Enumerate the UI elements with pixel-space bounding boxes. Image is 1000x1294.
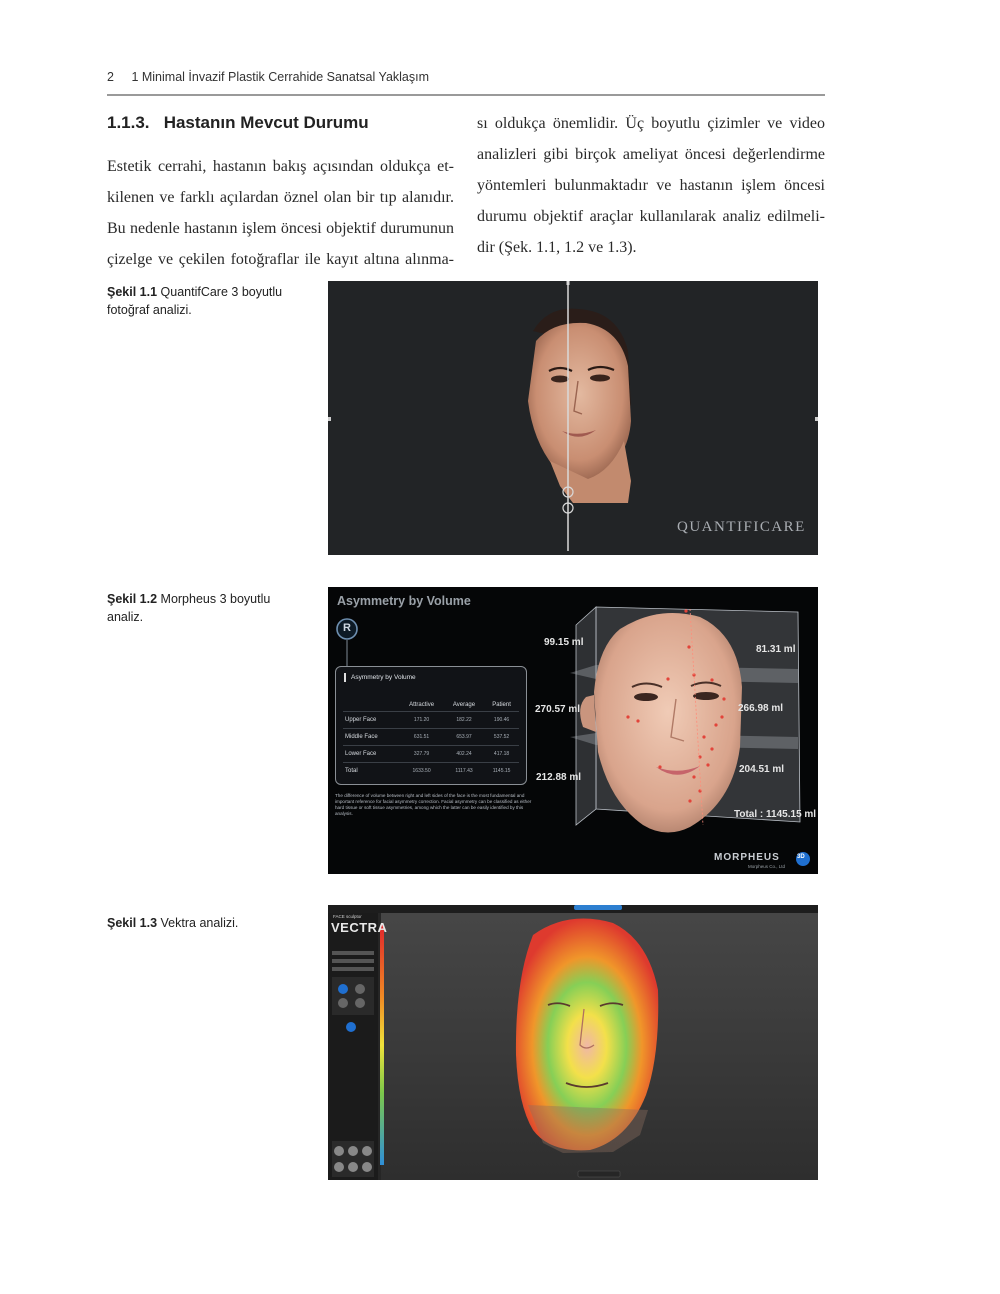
vectra-logo: VECTRA xyxy=(331,920,388,935)
page-number: 2 xyxy=(107,70,114,84)
row-label: Middle Face xyxy=(343,728,400,746)
body-line: analizleri gibi birçok ameliyat öncesi d… xyxy=(477,146,825,163)
body-line: Estetik cerrahi, hastanın bakış açısında… xyxy=(107,158,454,175)
table-row: Total 1633.50 1117.43 1145.15 xyxy=(343,762,519,779)
figure-quantificare: QUANTIFICARE xyxy=(328,281,818,555)
row-label: Total xyxy=(343,762,400,779)
volume-label-right-top: 81.31 ml xyxy=(756,644,796,655)
body-line: sı oldukça önemlidir. Üç boyutlu çizimle… xyxy=(477,115,825,132)
header-rule xyxy=(107,94,825,96)
body-line: Bu nedenle hastanın işlem öncesi objekti… xyxy=(107,220,454,237)
quantificare-logo: QUANTIFICARE xyxy=(677,519,806,535)
asymmetry-table-panel: Asymmetry by Volume Attractive Average P… xyxy=(335,666,527,785)
body-line: durumu objektif araçlar kullanılarak ana… xyxy=(477,208,825,225)
figure-label: Şekil 1.3 xyxy=(107,916,158,930)
column-header xyxy=(343,698,399,712)
row-label: Upper Face xyxy=(343,711,400,729)
volume-label-left-low: 212.88 ml xyxy=(536,772,582,783)
table-cell: 171.20 xyxy=(399,711,444,729)
body-text-right: sı oldukça önemlidir. Üç boyutlu çizimle… xyxy=(477,108,825,263)
figure-morpheus: Asymmetry by Volume R Asymmetry by Volum… xyxy=(328,587,818,874)
table-row: Lower Face 327.79 402.24 417.18 xyxy=(343,745,519,763)
morpheus-logo: MORPHEUS xyxy=(714,852,780,863)
body-line: çizelge ve çekilen fotoğraflar ile kayıt… xyxy=(107,251,454,268)
volume-label-right-low: 204.51 ml xyxy=(739,764,785,775)
table-cell: 631.51 xyxy=(399,728,444,746)
quantificare-face-image xyxy=(328,281,818,551)
asymmetry-note: The difference of volume between right a… xyxy=(335,793,532,816)
column-header: Patient xyxy=(492,701,511,708)
volume-label-right-mid: 266.98 ml xyxy=(738,703,784,714)
volume-label-left-mid: 270.57 ml xyxy=(535,704,581,715)
figure-caption-1-3: Şekil 1.3 Vektra analizi. xyxy=(107,914,302,932)
volume-label-left-top: 99.15 ml xyxy=(544,637,584,648)
asymmetry-table: Attractive Average Patient Upper Face 17… xyxy=(343,698,519,779)
figure-label: Şekil 1.2 xyxy=(107,592,158,606)
vectra-face-sculptor-label: FACE sculptor xyxy=(333,914,362,919)
table-row: Upper Face 171.20 182.22 190.46 xyxy=(343,711,519,729)
running-head: 2 1 Minimal İnvazif Plastik Cerrahide Sa… xyxy=(107,70,429,84)
table-cell: 537.52 xyxy=(484,728,519,746)
body-line: kilenen ve farklı açılardan öznel olan b… xyxy=(107,189,454,206)
figure-vectra: FACE sculptor VECTRA xyxy=(328,905,818,1180)
running-title: 1 Minimal İnvazif Plastik Cerrahide Sana… xyxy=(131,70,430,84)
volume-label-total: Total : 1145.15 ml xyxy=(734,809,817,820)
figure-label: Şekil 1.1 xyxy=(107,285,158,299)
table-cell: 1145.15 xyxy=(484,762,519,779)
figure-caption-1-1: Şekil 1.1 QuantifCare 3 boyutlu fotoğraf… xyxy=(107,283,302,319)
column-header: Average xyxy=(452,701,476,708)
body-text-left: Estetik cerrahi, hastanın bakış açısında… xyxy=(107,151,454,275)
table-cell: 190.46 xyxy=(484,711,519,729)
morpheus-logo-sub: Morpheus Co., Ltd xyxy=(748,864,786,869)
table-header-row: Attractive Average Patient xyxy=(343,698,519,712)
section-heading: 1.1.3. Hastanın Mevcut Durumu xyxy=(107,113,369,132)
table-cell: 653.97 xyxy=(443,728,485,746)
row-label: Lower Face xyxy=(343,745,400,763)
side-badge[interactable]: R xyxy=(342,622,352,634)
screen-title: Asymmetry by Volume xyxy=(337,594,471,608)
figure-caption-text: Vektra analizi. xyxy=(160,916,239,930)
body-line: yöntemleri bulunmaktadır ve hastanın işl… xyxy=(477,177,825,194)
morpheus-logo-badge: 3D xyxy=(797,854,805,860)
panel-title: Asymmetry by Volume xyxy=(344,673,416,682)
table-cell: 327.79 xyxy=(399,745,444,763)
table-cell: 182.22 xyxy=(443,711,485,729)
table-cell: 402.24 xyxy=(443,745,485,763)
vectra-heatmap-face xyxy=(328,905,818,1180)
table-cell: 1633.50 xyxy=(399,762,444,779)
table-cell: 417.18 xyxy=(484,745,519,763)
column-header: Attractive xyxy=(409,701,435,708)
body-line: dir (Şek. 1.1, 1.2 ve 1.3). xyxy=(477,239,637,256)
figure-caption-1-2: Şekil 1.2 Morpheus 3 boyutlu analiz. xyxy=(107,590,302,626)
table-cell: 1117.43 xyxy=(443,762,485,779)
table-row: Middle Face 631.51 653.97 537.52 xyxy=(343,728,519,746)
